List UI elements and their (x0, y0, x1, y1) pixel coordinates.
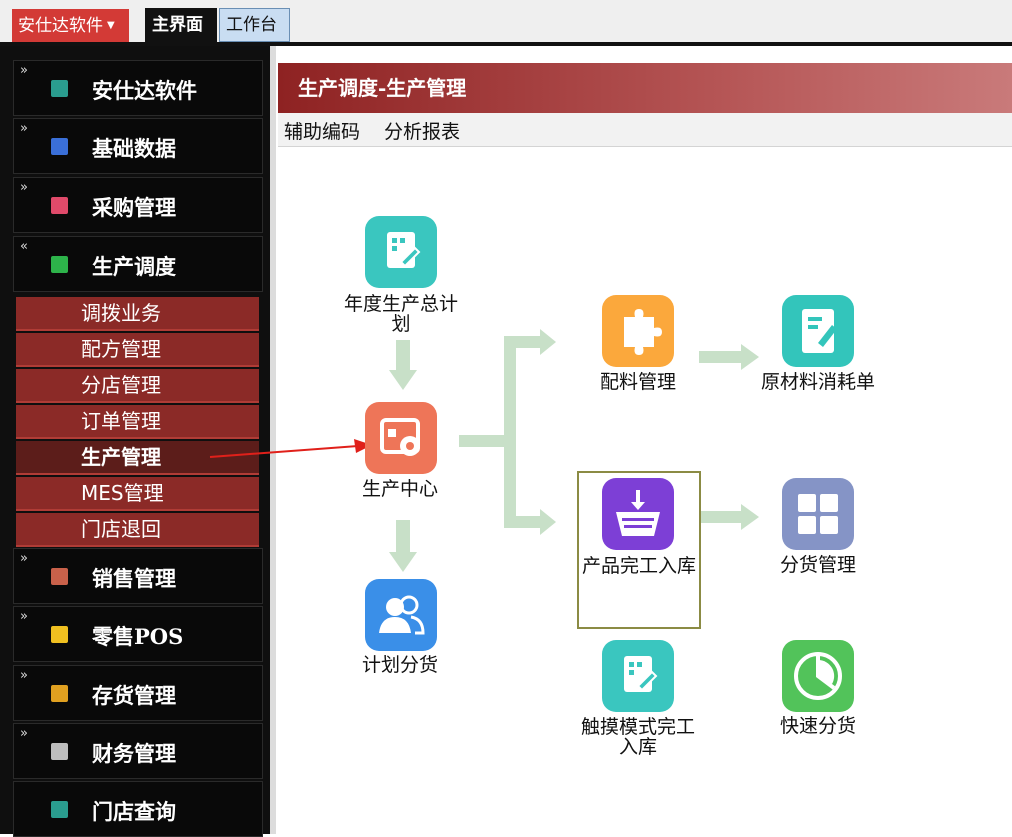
material-prep-label[interactable]: 配料管理 (588, 372, 688, 392)
annual-plan-icon[interactable] (365, 216, 437, 288)
quick-distribution-icon[interactable] (782, 640, 854, 712)
touch-storage-icon[interactable] (602, 640, 674, 712)
distribution-mgmt-icon[interactable] (782, 478, 854, 550)
production-center-icon[interactable] (365, 402, 437, 474)
touch-storage-label[interactable]: 触摸模式完工入库 (578, 717, 698, 757)
finished-storage-icon[interactable] (602, 478, 674, 550)
quick-distribution-label[interactable]: 快速分货 (768, 716, 868, 736)
production-center-label[interactable]: 生产中心 (350, 479, 450, 499)
finished-storage-label[interactable]: 产品完工入库 (580, 556, 698, 576)
plan-distribution-icon[interactable] (365, 579, 437, 651)
raw-consumption-icon[interactable] (782, 295, 854, 367)
distribution-mgmt-label[interactable]: 分货管理 (768, 555, 868, 575)
plan-distribution-label[interactable]: 计划分货 (350, 655, 450, 675)
flow-arrows (209, 329, 759, 572)
material-prep-icon[interactable] (602, 295, 674, 367)
raw-consumption-label[interactable]: 原材料消耗单 (758, 372, 878, 392)
pointer-arrow (209, 445, 359, 458)
annual-plan-label[interactable]: 年度生产总计划 (340, 294, 462, 334)
